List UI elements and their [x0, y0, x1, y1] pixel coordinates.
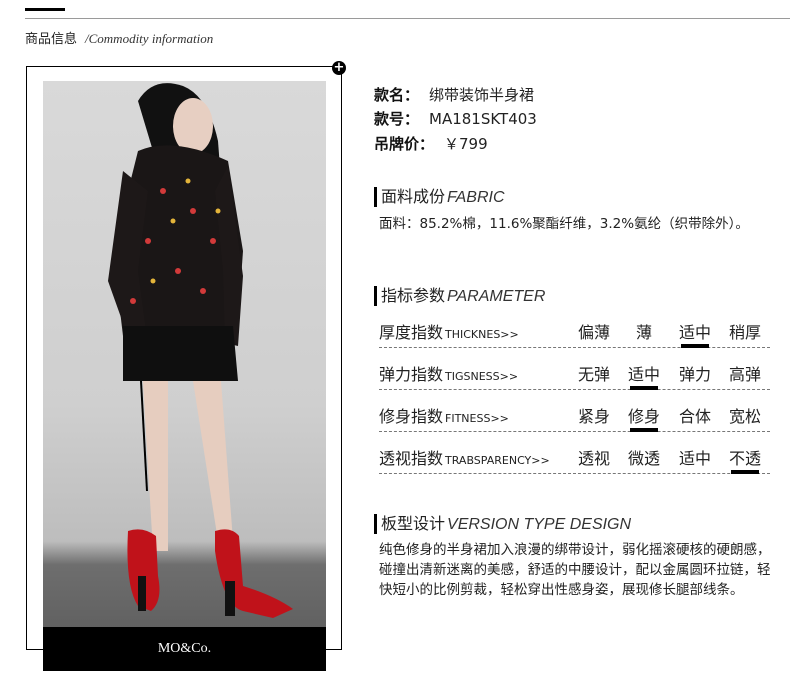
parameter-option: 宽松 [728, 407, 761, 426]
product-price-label: 吊牌价： [374, 135, 435, 153]
design-title-cn: 板型设计 [381, 514, 446, 533]
product-name-row: 款名： 绑带装饰半身裙 [374, 84, 534, 105]
parameter-label: 弹力指数 TIGSNESS>> [379, 361, 518, 385]
parameter-row: 透视指数 TRABSPARENCY>> 透视 微透 适中 不透 [379, 441, 770, 474]
parameter-label-cn: 透视指数 [379, 449, 444, 468]
brand-logo: MO&Co. [157, 641, 212, 656]
parameter-label-cn: 弹力指数 [379, 365, 444, 384]
product-name-label: 款名： [374, 86, 420, 104]
fabric-title-en: FABRIC [447, 189, 505, 206]
parameter-label: 透视指数 TRABSPARENCY>> [379, 445, 550, 469]
parameter-option: 适中 [624, 361, 664, 390]
parameter-label-en: FITNESS>> [445, 412, 509, 425]
parameter-label-cn: 修身指数 [379, 407, 444, 426]
design-heading: 板型设计 VERSION TYPE DESIGN [374, 514, 631, 534]
parameter-label-en: TIGSNESS>> [445, 370, 519, 383]
parameter-row: 厚度指数 THICKNES>> 偏薄 薄 适中 稍厚 [379, 315, 770, 348]
product-name: 绑带装饰半身裙 [429, 86, 535, 104]
parameter-label: 修身指数 FITNESS>> [379, 403, 509, 427]
parameter-option: 偏薄 [577, 323, 610, 342]
parameter-label-en: TRABSPARENCY>> [445, 454, 550, 467]
parameter-option: 微透 [627, 449, 660, 468]
parameter-heading: 指标参数 PARAMETER [374, 286, 545, 306]
parameter-option: 无弹 [577, 365, 610, 384]
parameter-option: 薄 [635, 323, 652, 342]
fabric-text: 面料：85.2%棉，11.6%聚酯纤维，3.2%氨纶（织带除外）。 [379, 216, 749, 232]
model-illustration [108, 83, 293, 618]
header-title-en: /Commodity information [85, 31, 214, 46]
parameter-title-en: PARAMETER [447, 288, 546, 305]
parameter-title-cn: 指标参数 [381, 286, 446, 305]
fabric-title-cn: 面料成份 [381, 187, 446, 206]
product-price-row: 吊牌价： ￥799 [374, 133, 488, 154]
design-title-en: VERSION TYPE DESIGN [447, 516, 632, 533]
header-accent-line [25, 8, 65, 11]
parameter-option: 合体 [678, 407, 711, 426]
parameter-option: 稍厚 [728, 323, 761, 342]
fabric-heading: 面料成份 FABRIC [374, 187, 505, 207]
parameter-option: 适中 [678, 449, 711, 468]
parameter-label-cn: 厚度指数 [379, 323, 444, 342]
product-code: MA181SKT403 [429, 110, 537, 128]
parameter-option: 高弹 [728, 365, 761, 384]
parameter-row: 弹力指数 TIGSNESS>> 无弹 适中 弹力 高弹 [379, 357, 770, 390]
product-code-row: 款号： MA181SKT403 [374, 108, 537, 129]
header-title-cn: 商品信息 [25, 32, 78, 47]
parameter-option: 紧身 [577, 407, 610, 426]
parameter-option: 透视 [577, 449, 610, 468]
product-photo[interactable]: MO&Co. [43, 81, 326, 671]
plus-icon[interactable]: + [332, 61, 346, 75]
design-text: 纯色修身的半身裙加入浪漫的绑带设计，弱化摇滚硬核的硬朗感，碰撞出清新迷离的美感，… [379, 542, 771, 598]
parameter-label: 厚度指数 THICKNES>> [379, 319, 519, 343]
header-divider [25, 18, 790, 19]
parameter-option: 不透 [725, 445, 765, 474]
product-price: ￥799 [444, 135, 488, 153]
parameter-option: 修身 [624, 403, 664, 432]
product-code-label: 款号： [374, 110, 420, 128]
parameter-option: 弹力 [678, 365, 711, 384]
parameter-label-en: THICKNES>> [445, 328, 519, 341]
parameter-row: 修身指数 FITNESS>> 紧身 修身 合体 宽松 [379, 399, 770, 432]
parameter-option: 适中 [675, 319, 715, 348]
section-header: 商品信息/Commodity information [25, 28, 213, 47]
